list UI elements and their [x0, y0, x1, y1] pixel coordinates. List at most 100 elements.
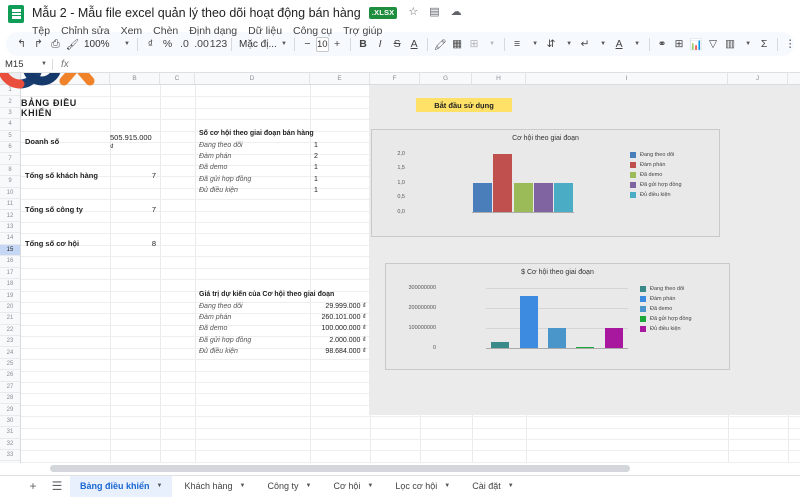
grid-cells[interactable]: BẢNG ĐIỀU KHIỂN Doanh số 505.915.000 ₫ T…: [21, 85, 800, 463]
chevron-down-icon[interactable]: ▼: [444, 483, 450, 489]
row-header-33[interactable]: 33: [0, 450, 20, 462]
bold-button[interactable]: B: [355, 35, 372, 54]
merge-cells-icon[interactable]: ⊞: [466, 35, 483, 54]
horizontal-scrollbar[interactable]: [50, 465, 630, 472]
row-header-21[interactable]: 21: [0, 313, 20, 325]
column-header-a[interactable]: A: [21, 73, 110, 84]
sheet-tab-cai-dat[interactable]: Cài đặt ▼: [462, 476, 523, 497]
row-header-3[interactable]: 3: [0, 108, 20, 120]
add-sheet-icon[interactable]: +: [22, 477, 44, 495]
increase-font-size-button[interactable]: +: [329, 35, 346, 54]
row-header-27[interactable]: 27: [0, 382, 20, 393]
select-all-corner[interactable]: [0, 73, 21, 84]
row-header-7[interactable]: 7: [0, 153, 20, 165]
sheet-tab-cong-ty[interactable]: Công ty ▼: [257, 476, 321, 497]
row-header-25[interactable]: 25: [0, 359, 20, 371]
row-header-13[interactable]: 13: [0, 222, 20, 234]
row-header-12[interactable]: 12: [0, 210, 20, 222]
filter-icon[interactable]: ▽: [705, 35, 722, 54]
row-header-32[interactable]: 32: [0, 439, 20, 450]
cloud-status-icon[interactable]: ☁: [451, 7, 462, 18]
column-header-d[interactable]: D: [195, 73, 310, 84]
borders-icon[interactable]: ▦: [449, 35, 466, 54]
chevron-down-icon[interactable]: ▼: [508, 483, 514, 489]
horizontal-align-icon[interactable]: ≡: [509, 35, 526, 54]
row-header-14[interactable]: 14: [0, 233, 20, 245]
number-format-icon[interactable]: 123: [210, 35, 228, 54]
row-header-9[interactable]: 9: [0, 176, 20, 188]
row-header-11[interactable]: 11: [0, 199, 20, 211]
row-header-20[interactable]: 20: [0, 302, 20, 314]
row-header-6[interactable]: 6: [0, 142, 20, 154]
name-box[interactable]: M15 ▼: [0, 56, 52, 73]
decrease-decimal-icon[interactable]: .0: [176, 35, 193, 54]
column-header-f[interactable]: F: [370, 73, 420, 84]
sheet-tab-loc-co-hoi[interactable]: Lọc cơ hội ▼: [385, 476, 460, 497]
row-header-15[interactable]: 15: [0, 244, 20, 257]
row-header-1[interactable]: 1: [0, 85, 20, 97]
increase-decimal-icon[interactable]: .00: [193, 35, 210, 54]
text-rotation-icon[interactable]: A: [611, 35, 628, 54]
functions-icon[interactable]: Σ: [756, 35, 773, 54]
move-to-folder-icon[interactable]: ▤: [429, 7, 439, 18]
print-icon[interactable]: ⎙: [47, 35, 64, 54]
vertical-align-icon[interactable]: ⇵: [543, 35, 560, 54]
row-header-22[interactable]: 22: [0, 325, 20, 336]
fill-color-icon[interactable]: 🖍: [432, 35, 449, 54]
row-header-29[interactable]: 29: [0, 404, 20, 416]
column-header-c[interactable]: C: [160, 73, 195, 84]
row-header-5[interactable]: 5: [0, 131, 20, 143]
row-header-19[interactable]: 19: [0, 290, 20, 302]
column-header-e[interactable]: E: [310, 73, 370, 84]
row-header-28[interactable]: 28: [0, 393, 20, 405]
redo-icon[interactable]: ↱: [30, 35, 47, 54]
formula-input[interactable]: [77, 56, 800, 73]
chevron-down-icon[interactable]: ▼: [367, 483, 373, 489]
undo-icon[interactable]: ↰: [13, 35, 30, 54]
chevron-down-icon[interactable]: ▼: [157, 483, 163, 489]
legend-swatch-icon: [630, 182, 636, 188]
insert-link-icon[interactable]: ⚭: [654, 35, 671, 54]
strikethrough-button[interactable]: S: [389, 35, 406, 54]
more-options-icon[interactable]: ⋮: [782, 35, 794, 54]
row-header-23[interactable]: 23: [0, 336, 20, 348]
row-header-10[interactable]: 10: [0, 188, 20, 200]
row-header-8[interactable]: 8: [0, 165, 20, 177]
font-size-input[interactable]: 10: [316, 36, 329, 52]
decrease-font-size-button[interactable]: −: [299, 35, 316, 54]
row-header-17[interactable]: 17: [0, 268, 20, 279]
text-wrap-icon[interactable]: ↵: [577, 35, 594, 54]
zoom-selector[interactable]: 100% ▼: [81, 36, 133, 53]
column-header-h[interactable]: H: [472, 73, 526, 84]
paint-format-icon[interactable]: 🖌: [64, 35, 81, 54]
font-family-selector[interactable]: Mặc đị... ▼: [236, 36, 290, 53]
column-header-i[interactable]: I: [526, 73, 728, 84]
row-header-31[interactable]: 31: [0, 427, 20, 439]
insert-comment-icon[interactable]: ⊞: [671, 35, 688, 54]
insert-chart-icon[interactable]: 📊: [688, 35, 705, 54]
star-icon[interactable]: ☆: [408, 7, 418, 18]
row-header-2[interactable]: 2: [0, 96, 20, 108]
column-header-j[interactable]: J: [728, 73, 788, 84]
chevron-down-icon[interactable]: ▼: [306, 483, 312, 489]
sheet-tab-co-hoi[interactable]: Cơ hội ▼: [323, 476, 383, 497]
row-header-18[interactable]: 18: [0, 279, 20, 291]
row-header-4[interactable]: 4: [0, 119, 20, 131]
chevron-down-icon[interactable]: ▼: [240, 483, 246, 489]
sheet-tab-bang-dieu-khien[interactable]: Bảng điều khiển ▼: [70, 475, 173, 497]
sheet-tab-khach-hang[interactable]: Khách hàng ▼: [174, 476, 255, 497]
text-color-icon[interactable]: A: [406, 35, 423, 54]
row-header-26[interactable]: 26: [0, 370, 20, 382]
column-header-b[interactable]: B: [110, 73, 160, 84]
all-sheets-icon[interactable]: ☰: [46, 477, 68, 495]
row-header-16[interactable]: 16: [0, 256, 20, 268]
currency-format-icon[interactable]: ₫: [142, 35, 159, 54]
filter-view-icon[interactable]: ▥: [722, 35, 739, 54]
row-header-30[interactable]: 30: [0, 416, 20, 428]
document-title[interactable]: Mẫu 2 - Mẫu file excel quản lý theo dõi …: [32, 6, 361, 20]
italic-button[interactable]: I: [372, 35, 389, 54]
get-started-button[interactable]: Bắt đầu sử dụng: [416, 98, 512, 112]
percent-format-icon[interactable]: %: [159, 35, 176, 54]
row-header-24[interactable]: 24: [0, 347, 20, 359]
column-header-g[interactable]: G: [420, 73, 472, 84]
